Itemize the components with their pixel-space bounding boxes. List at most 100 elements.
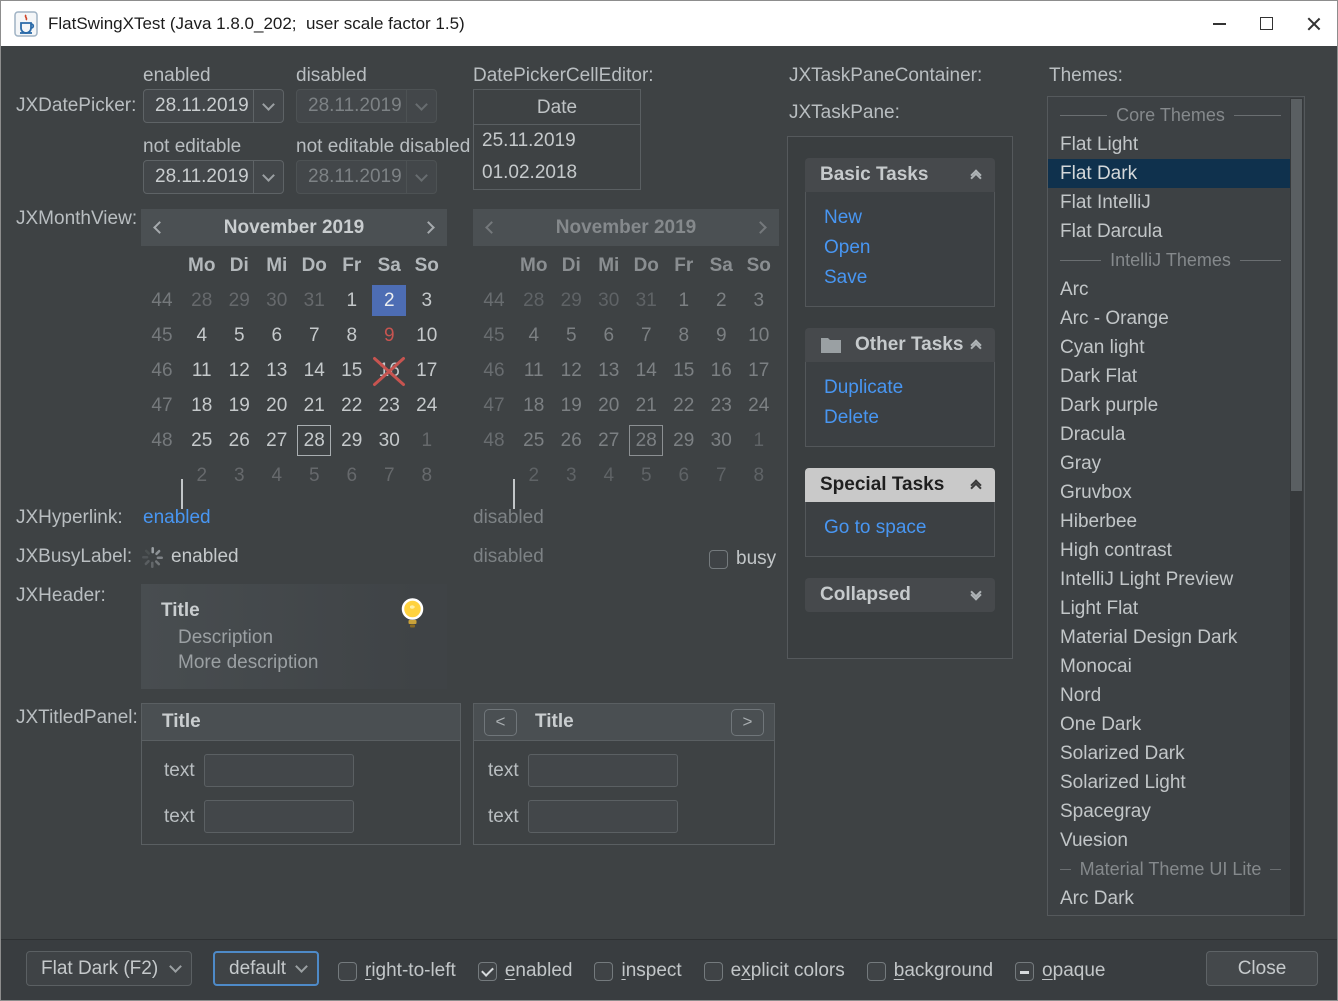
day-cell[interactable]: 22	[335, 390, 369, 421]
day-cell[interactable]: 16	[704, 355, 738, 386]
theme-item[interactable]: Light Flat	[1048, 594, 1293, 623]
theme-item[interactable]: Dark purple	[1048, 391, 1293, 420]
day-cell[interactable]: 30	[592, 285, 626, 316]
day-cell[interactable]: 19	[554, 390, 588, 421]
day-cell[interactable]: 2	[372, 285, 406, 316]
taskpane-header[interactable]: Other Tasks	[805, 328, 995, 362]
day-cell[interactable]: 6	[592, 320, 626, 351]
taskpane-action[interactable]: New	[806, 203, 994, 233]
theme-item[interactable]: Arc - Orange	[1048, 304, 1293, 333]
day-cell[interactable]: 29	[335, 425, 369, 456]
day-cell[interactable]: 6	[260, 320, 294, 351]
theme-item[interactable]: Monocai	[1048, 652, 1293, 681]
text-field[interactable]	[528, 800, 678, 833]
text-field[interactable]	[204, 754, 354, 787]
theme-item[interactable]: Flat Darcula	[1048, 217, 1293, 246]
theme-item[interactable]: Material Design Dark	[1048, 623, 1293, 652]
checkbox-inspect[interactable]: inspect	[594, 960, 681, 982]
theme-item[interactable]: Nord	[1048, 681, 1293, 710]
maximize-button[interactable]	[1243, 1, 1290, 46]
day-cell[interactable]: 30	[260, 285, 294, 316]
collapse-icon[interactable]	[972, 478, 980, 492]
theme-item[interactable]: Dracula	[1048, 420, 1293, 449]
day-cell[interactable]: 29	[554, 285, 588, 316]
datepicker-dropdown-button[interactable]	[254, 90, 283, 122]
day-cell[interactable]: 29	[222, 285, 256, 316]
checkbox-box[interactable]	[478, 962, 497, 981]
day-cell[interactable]: 12	[222, 355, 256, 386]
next-month-button[interactable]	[424, 223, 433, 232]
table-row[interactable]: 25.11.2019	[474, 125, 640, 157]
day-cell[interactable]: 30	[704, 425, 738, 456]
day-cell[interactable]: 5	[297, 460, 331, 491]
taskpane-header[interactable]: Basic Tasks	[805, 158, 995, 192]
day-cell[interactable]: 28	[297, 425, 331, 456]
panel-prev-button[interactable]: <	[484, 709, 517, 736]
day-cell[interactable]: 1	[410, 425, 444, 456]
theme-item[interactable]: Vuesion	[1048, 826, 1293, 855]
theme-item[interactable]: Solarized Dark	[1048, 739, 1293, 768]
theme-combobox[interactable]: Flat Dark (F2)	[26, 951, 192, 986]
scrollbar-thumb[interactable]	[1291, 99, 1302, 491]
day-cell[interactable]: 8	[667, 320, 701, 351]
taskpane-header[interactable]: Collapsed	[805, 578, 995, 612]
day-cell[interactable]: 1	[742, 425, 776, 456]
day-cell[interactable]: 21	[297, 390, 331, 421]
day-cell[interactable]: 2	[704, 285, 738, 316]
table-row[interactable]: 01.02.2018	[474, 157, 640, 189]
day-cell[interactable]: 6	[335, 460, 369, 491]
theme-item[interactable]: Flat Light	[1048, 130, 1293, 159]
day-cell[interactable]: 10	[410, 320, 444, 351]
day-cell[interactable]: 9	[372, 320, 406, 351]
day-cell[interactable]: 3	[742, 285, 776, 316]
day-cell[interactable]: 24	[410, 390, 444, 421]
day-cell[interactable]: 3	[410, 285, 444, 316]
day-cell[interactable]: 25	[517, 425, 551, 456]
collapse-icon[interactable]	[972, 168, 980, 182]
theme-item[interactable]: Dark Flat	[1048, 362, 1293, 391]
minimize-button[interactable]	[1196, 1, 1243, 46]
checkbox-opaque[interactable]: opaque	[1015, 960, 1105, 982]
theme-item[interactable]: Spacegray	[1048, 797, 1293, 826]
theme-item[interactable]: IntelliJ Light Preview	[1048, 565, 1293, 594]
day-cell[interactable]: 8	[742, 460, 776, 491]
date-table-header[interactable]: Date	[474, 90, 640, 125]
day-cell[interactable]: 22	[667, 390, 701, 421]
theme-item[interactable]: Flat Dark	[1048, 159, 1293, 188]
day-cell[interactable]: 10	[742, 320, 776, 351]
theme-item[interactable]: High contrast	[1048, 536, 1293, 565]
day-cell[interactable]: 15	[335, 355, 369, 386]
checkbox-box[interactable]	[594, 962, 613, 981]
checkbox-explicit-colors[interactable]: explicit colors	[704, 960, 845, 982]
prev-month-button[interactable]	[155, 223, 164, 232]
collapse-icon[interactable]	[972, 338, 980, 352]
day-cell[interactable]: 4	[185, 320, 219, 351]
day-cell[interactable]: 11	[517, 355, 551, 386]
day-cell[interactable]: 18	[185, 390, 219, 421]
checkbox-box[interactable]	[709, 550, 728, 569]
text-field[interactable]	[528, 754, 678, 787]
day-cell[interactable]: 15	[667, 355, 701, 386]
day-cell[interactable]: 5	[629, 460, 663, 491]
day-cell[interactable]: 7	[704, 460, 738, 491]
theme-item[interactable]: Cyan light	[1048, 333, 1293, 362]
day-cell[interactable]: 28	[185, 285, 219, 316]
day-cell[interactable]: 17	[742, 355, 776, 386]
day-cell[interactable]: 7	[372, 460, 406, 491]
datepicker-enabled[interactable]: 28.11.2019	[143, 89, 284, 123]
day-cell[interactable]: 12	[554, 355, 588, 386]
text-field[interactable]	[204, 800, 354, 833]
theme-item[interactable]: Gray	[1048, 449, 1293, 478]
day-cell[interactable]: 8	[410, 460, 444, 491]
date-value[interactable]: 28.11.2019	[144, 161, 253, 193]
next-month-button[interactable]	[756, 223, 765, 232]
day-cell[interactable]: 8	[335, 320, 369, 351]
day-cell[interactable]: 30	[372, 425, 406, 456]
taskpane-action[interactable]: Delete	[806, 403, 994, 433]
day-cell[interactable]: 19	[222, 390, 256, 421]
day-cell[interactable]: 5	[222, 320, 256, 351]
theme-item[interactable]: Flat IntelliJ	[1048, 188, 1293, 217]
checkbox-box[interactable]	[867, 962, 886, 981]
day-cell[interactable]: 13	[592, 355, 626, 386]
expand-icon[interactable]	[972, 591, 980, 599]
